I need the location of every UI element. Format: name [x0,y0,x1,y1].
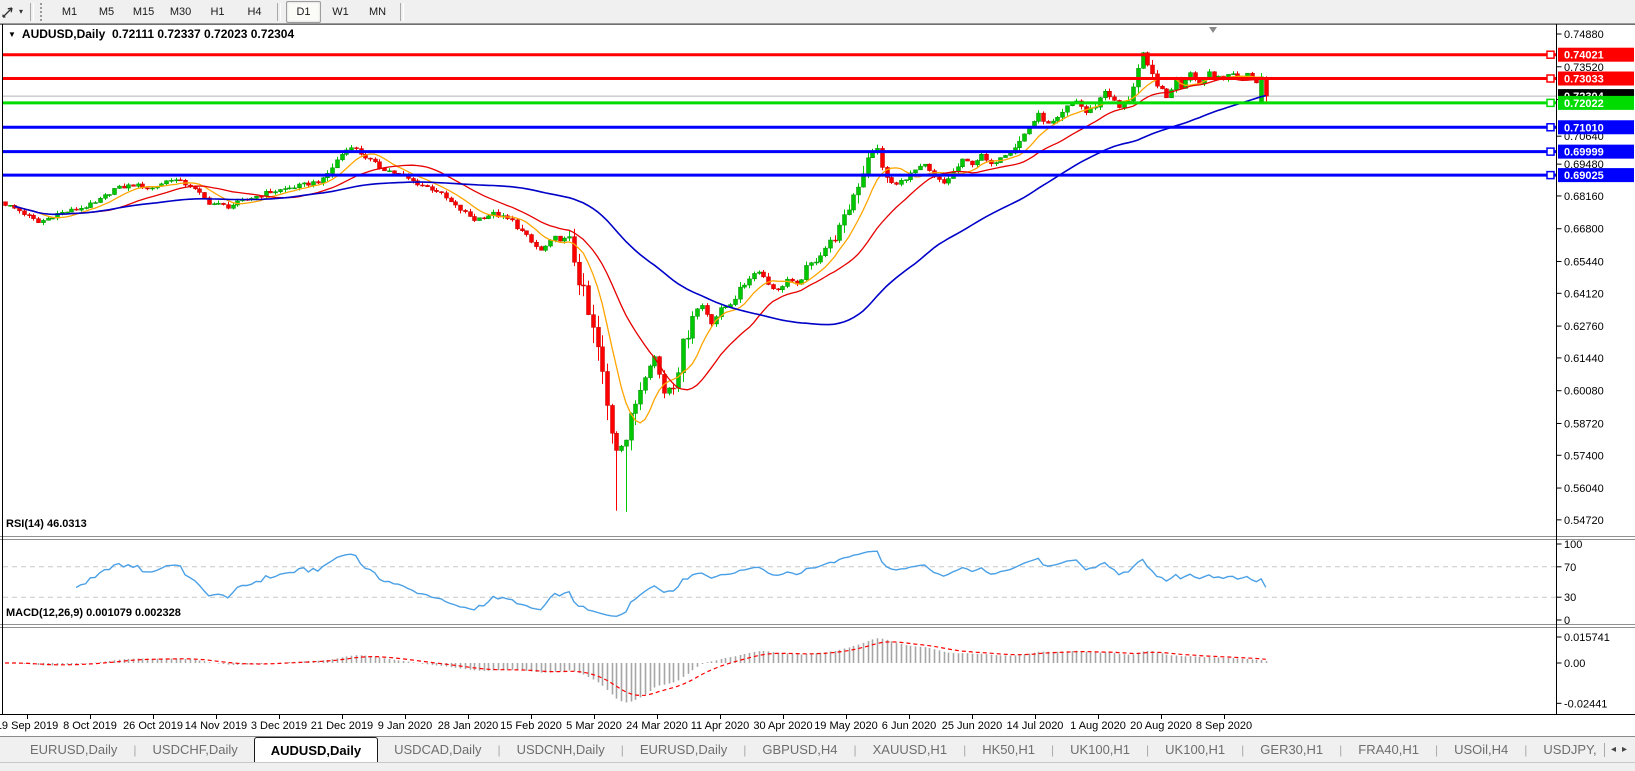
mt4-window: ▾ M1M5M15M30H1H4D1W1MN 0.748800.735200.7… [0,0,1635,771]
price-chart-canvas[interactable]: 0.748800.735200.721600.706400.694800.681… [0,24,1635,736]
svg-text:70: 70 [1564,562,1576,574]
svg-text:0.015741: 0.015741 [1564,632,1610,644]
timeframe-button-m30[interactable]: M30 [163,1,198,23]
svg-text:0.57400: 0.57400 [1564,450,1604,462]
chart-tab-usdcnh-daily[interactable]: USDCNH,Daily [501,737,621,762]
svg-text:0.72022: 0.72022 [1564,98,1604,110]
svg-text:0.65440: 0.65440 [1564,257,1604,269]
status-strip [0,762,1635,771]
chart-tab-audusd-daily[interactable]: AUDUSD,Daily [254,737,378,762]
tab-scroll-right-icon[interactable]: ▸ [1622,744,1627,755]
chart-tab-uk100-h1[interactable]: UK100,H1 [1149,737,1241,762]
chart-tabs-bar: EURUSD,Daily|USDCHF,DailyAUDUSD,DailyUSD… [0,736,1635,762]
chart-tab-eurusd-daily[interactable]: EURUSD,Daily [14,737,133,762]
cursor-tool-button[interactable]: ▾ [0,1,26,23]
timeframe-button-mn[interactable]: MN [360,1,395,23]
svg-text:8 Oct 2019: 8 Oct 2019 [63,720,117,732]
svg-text:0.69999: 0.69999 [1564,147,1604,159]
chart-tabs: EURUSD,Daily|USDCHF,DailyAUDUSD,DailyUSD… [0,737,1596,762]
timeframe-button-m1[interactable]: M1 [52,1,87,23]
chart-tab-gbpusd-h4[interactable]: GBPUSD,H4 [746,737,853,762]
toolbar-separator [400,3,404,21]
svg-text:6 Jun 2020: 6 Jun 2020 [882,720,936,732]
svg-text:1 Aug 2020: 1 Aug 2020 [1070,720,1126,732]
svg-text:14 Nov 2019: 14 Nov 2019 [185,720,247,732]
timeframe-button-h4[interactable]: H4 [237,1,272,23]
svg-text:0.64120: 0.64120 [1564,288,1604,300]
cursor-tool-icon [1,4,17,20]
timeframe-button-w1[interactable]: W1 [323,1,358,23]
tab-scroll-separator [1604,743,1605,757]
svg-text:26 Oct 2019: 26 Oct 2019 [123,720,183,732]
toolbar-grip[interactable] [40,3,45,21]
svg-text:0.71010: 0.71010 [1564,122,1604,134]
svg-text:24 Mar 2020: 24 Mar 2020 [626,720,688,732]
svg-text:0.00: 0.00 [1564,658,1585,670]
svg-text:0.74880: 0.74880 [1564,29,1604,41]
svg-text:11 Apr 2020: 11 Apr 2020 [691,720,750,732]
toolbar-separator [277,3,281,21]
svg-text:0.69025: 0.69025 [1564,170,1604,182]
chart-tab-fra40-h1[interactable]: FRA40,H1 [1342,737,1435,762]
svg-text:19 Sep 2019: 19 Sep 2019 [0,720,58,732]
timeframe-button-d1[interactable]: D1 [286,1,321,23]
timeframe-button-m15[interactable]: M15 [126,1,161,23]
svg-text:9 Jan 2020: 9 Jan 2020 [378,720,432,732]
svg-text:100: 100 [1564,539,1582,551]
svg-text:-0.02441: -0.02441 [1564,698,1607,710]
svg-text:0.66800: 0.66800 [1564,224,1604,236]
svg-text:8 Sep 2020: 8 Sep 2020 [1196,720,1252,732]
svg-text:0.62760: 0.62760 [1564,321,1604,333]
chart-tab-usdjpy-h1[interactable]: USDJPY,H1 [1527,737,1596,762]
toolbar: ▾ M1M5M15M30H1H4 D1W1MN [0,0,1635,24]
chart-tab-ger30-h1[interactable]: GER30,H1 [1244,737,1339,762]
svg-text:0.74021: 0.74021 [1564,50,1604,62]
chart-tab-usdcad-daily[interactable]: USDCAD,Daily [378,737,497,762]
svg-text:28 Jan 2020: 28 Jan 2020 [438,720,499,732]
chart-tab-hk50-h1[interactable]: HK50,H1 [966,737,1051,762]
svg-text:0.68160: 0.68160 [1564,191,1604,203]
svg-text:0: 0 [1564,615,1570,627]
svg-text:19 May 2020: 19 May 2020 [814,720,878,732]
chart-area: 0.748800.735200.721600.706400.694800.681… [0,24,1635,736]
timeframe-buttons: M1M5M15M30H1H4 D1W1MN [51,1,408,23]
svg-text:15 Feb 2020: 15 Feb 2020 [500,720,562,732]
svg-text:25 Jun 2020: 25 Jun 2020 [942,720,1003,732]
svg-text:0.58720: 0.58720 [1564,418,1604,430]
svg-text:14 Jul 2020: 14 Jul 2020 [1007,720,1064,732]
svg-text:0.73033: 0.73033 [1564,74,1604,86]
svg-text:0.60080: 0.60080 [1564,386,1604,398]
chart-tab-usoil-h4[interactable]: USOil,H4 [1438,737,1524,762]
svg-text:0.54720: 0.54720 [1564,515,1604,527]
timeframe-button-m5[interactable]: M5 [89,1,124,23]
tab-scroll: ◂ ▸ [1596,737,1635,762]
svg-text:30: 30 [1564,592,1576,604]
chart-tab-usdchf-daily[interactable]: USDCHF,Daily [137,737,254,762]
timeframe-button-h1[interactable]: H1 [200,1,235,23]
chart-tab-uk100-h1[interactable]: UK100,H1 [1054,737,1146,762]
tab-scroll-left-icon[interactable]: ◂ [1611,744,1616,755]
svg-text:0.61440: 0.61440 [1564,353,1604,365]
svg-text:3 Dec 2019: 3 Dec 2019 [251,720,307,732]
chart-tab-xauusd-h1[interactable]: XAUUSD,H1 [857,737,963,762]
svg-text:30 Apr 2020: 30 Apr 2020 [753,720,812,732]
chart-tab-eurusd-daily[interactable]: EURUSD,Daily [624,737,743,762]
toolbar-separator [30,3,34,21]
svg-text:21 Dec 2019: 21 Dec 2019 [311,720,373,732]
svg-text:5 Mar 2020: 5 Mar 2020 [566,720,622,732]
svg-text:20 Aug 2020: 20 Aug 2020 [1130,720,1192,732]
svg-text:0.56040: 0.56040 [1564,483,1604,495]
chevron-down-icon: ▾ [19,7,23,16]
